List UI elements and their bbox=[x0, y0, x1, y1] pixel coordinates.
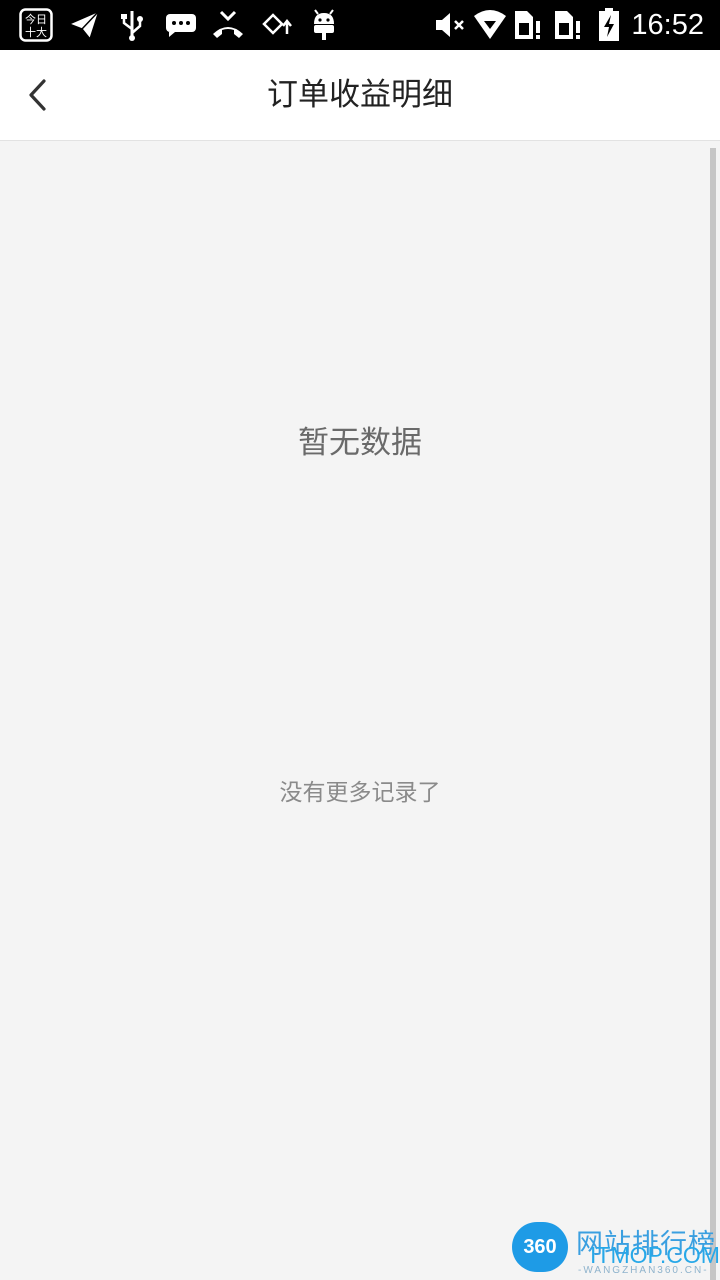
page-title: 订单收益明细 bbox=[267, 77, 453, 113]
wifi-icon bbox=[472, 8, 508, 42]
svg-text:今日: 今日 bbox=[25, 12, 47, 26]
message-icon bbox=[164, 8, 198, 42]
watermark-badge: 360 bbox=[512, 1222, 568, 1272]
content-area[interactable]: 暂无数据 没有更多记录了 bbox=[0, 141, 720, 1280]
clock: 16:52 bbox=[631, 9, 704, 41]
watermark: 360 网站排行榜 ITMOP.COM -WANGZHAN360.CN- bbox=[508, 1218, 720, 1280]
sim2-icon bbox=[550, 8, 584, 42]
android-icon bbox=[310, 8, 338, 42]
mute-icon bbox=[434, 8, 468, 42]
watermark-url: -WANGZHAN360.CN- bbox=[578, 1265, 709, 1276]
rotation-icon bbox=[260, 8, 294, 42]
missed-call-icon bbox=[210, 8, 246, 42]
empty-state-message: 暂无数据 bbox=[298, 425, 422, 461]
news-app-icon: 今日 十大 bbox=[18, 8, 54, 42]
status-bar: 今日 十大 16:52 bbox=[0, 0, 720, 50]
sim1-icon bbox=[510, 8, 544, 42]
header: 订单收益明细 bbox=[0, 50, 720, 141]
no-more-records-message: 没有更多记录了 bbox=[279, 780, 441, 806]
battery-icon bbox=[596, 8, 622, 42]
scrollbar[interactable] bbox=[710, 148, 716, 1280]
usb-icon bbox=[118, 8, 146, 42]
send-icon bbox=[66, 8, 102, 42]
svg-text:十大: 十大 bbox=[25, 25, 47, 39]
